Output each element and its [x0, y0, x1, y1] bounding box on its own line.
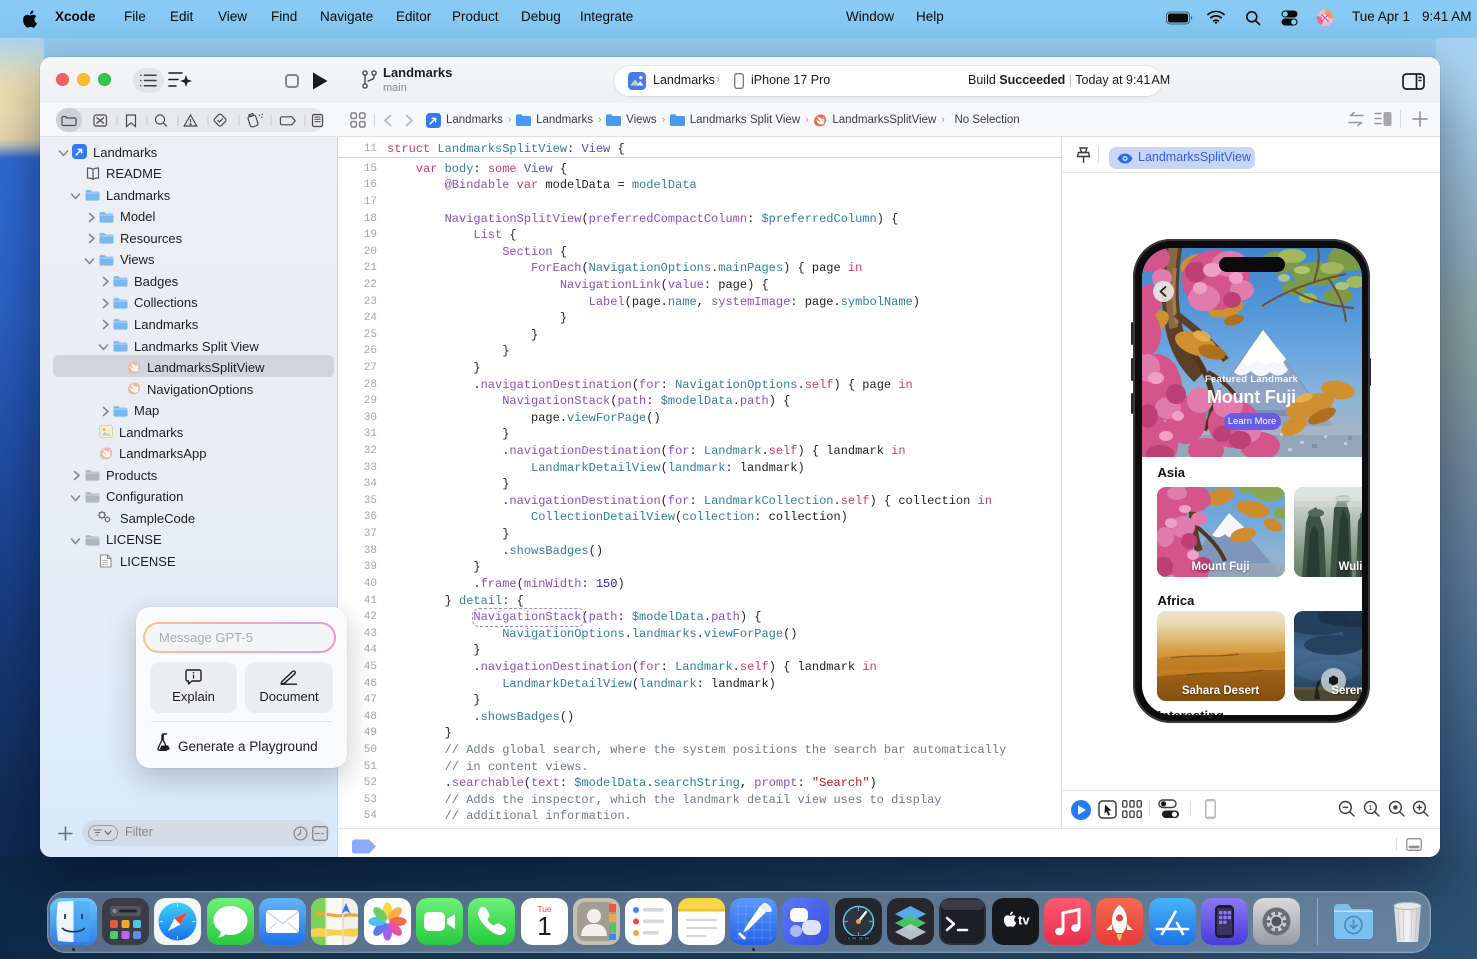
- svg-text:1: 1: [537, 911, 551, 941]
- svg-text:1: 1: [1368, 805, 1372, 812]
- svg-text:0:00:38:00: 0:00:38:00: [848, 938, 869, 942]
- svg-text:tv: tv: [1018, 913, 1030, 928]
